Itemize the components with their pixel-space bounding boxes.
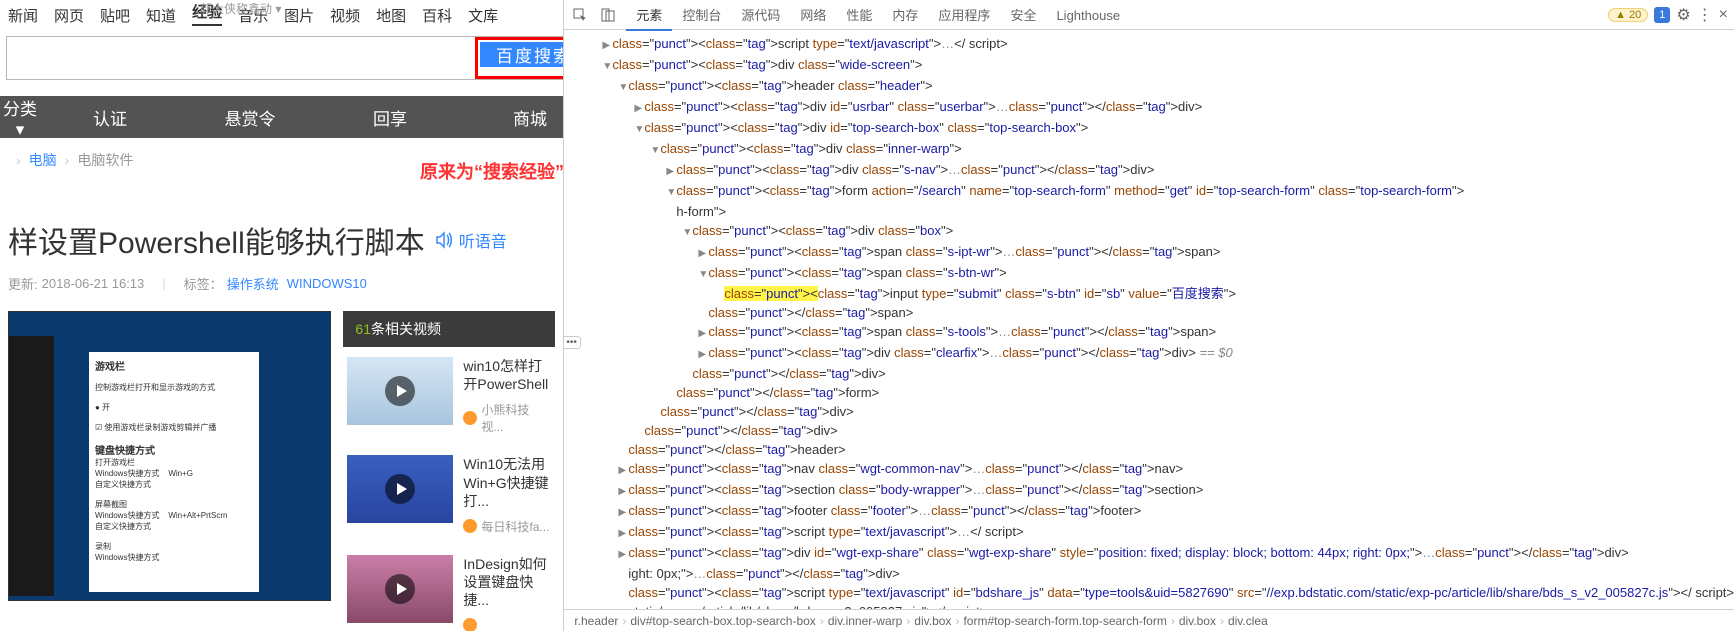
more-icon[interactable]: ⋮ bbox=[1697, 5, 1713, 25]
top-nav-新闻[interactable]: 新闻 bbox=[8, 5, 38, 26]
crumb[interactable]: div#top-search-box.top-search-box bbox=[626, 614, 819, 628]
inspect-icon[interactable] bbox=[570, 5, 590, 25]
video-title: InDesign如何设置键盘快捷... bbox=[463, 555, 551, 610]
devtools-tab-源代码[interactable]: 源代码 bbox=[731, 2, 790, 29]
devtools-tab-性能[interactable]: 性能 bbox=[836, 2, 882, 29]
devtools-tabs: 元素控制台源代码网络性能内存应用程序安全Lighthouse ▲ 20 1 ⚙ … bbox=[564, 0, 1734, 30]
video-item[interactable]: win10怎样打开PowerShell 小熊科技视... bbox=[343, 347, 555, 445]
devtools-tab-元素[interactable]: 元素 bbox=[626, 2, 672, 31]
top-nav-贴吧[interactable]: 贴吧 bbox=[100, 5, 130, 26]
crumb[interactable]: div.inner-warp bbox=[824, 614, 906, 628]
devtools-tab-安全[interactable]: 安全 bbox=[1000, 2, 1046, 29]
category-3[interactable]: 回享 bbox=[320, 105, 460, 130]
video-thumb bbox=[347, 455, 453, 523]
top-nav-地图[interactable]: 地图 bbox=[376, 5, 406, 26]
chevron-right-icon: › bbox=[16, 152, 21, 168]
search-button[interactable]: 百度搜索 bbox=[480, 42, 563, 67]
video-source: 每日科技fa... bbox=[463, 518, 551, 535]
top-nav-知道[interactable]: 知道 bbox=[146, 5, 176, 26]
play-icon bbox=[385, 574, 415, 604]
top-nav-网页[interactable]: 网页 bbox=[54, 5, 84, 26]
devtools-panel: 元素控制台源代码网络性能内存应用程序安全Lighthouse ▲ 20 1 ⚙ … bbox=[563, 0, 1734, 631]
tag-link-os[interactable]: 操作系统 bbox=[227, 274, 279, 293]
video-item[interactable]: InDesign如何设置键盘快捷... bbox=[343, 545, 555, 631]
video-title: Win10无法用Win+G快捷键打... bbox=[463, 455, 551, 510]
top-nav-图片[interactable]: 图片 bbox=[284, 5, 314, 26]
play-icon bbox=[385, 376, 415, 406]
breadcrumb-leaf: 电脑软件 bbox=[77, 150, 133, 170]
video-source: 小熊科技视... bbox=[463, 401, 551, 435]
video-thumb bbox=[347, 555, 453, 623]
crumb[interactable]: div.clea bbox=[1224, 614, 1272, 628]
page-left: 郭大侠称鑫动 ▾ 新闻网页贴吧知道经验音乐图片视频地图百科文库 百度搜索 帮助 … bbox=[0, 0, 563, 631]
search-button-highlight: 百度搜索 bbox=[475, 37, 563, 79]
settings-icon[interactable]: ⚙ bbox=[1676, 5, 1690, 25]
devtools-tab-控制台[interactable]: 控制台 bbox=[672, 2, 731, 29]
devtools-tab-应用程序[interactable]: 应用程序 bbox=[928, 2, 1000, 29]
elements-tree[interactable]: ••• class="punct"><class="tag">script ty… bbox=[564, 30, 1734, 609]
video-source bbox=[463, 618, 551, 631]
article-screenshot: 游戏栏控制游戏栏打开和显示游戏的方式● 开☑ 使用游戏栏录制游戏剪辑并广播键盘快… bbox=[8, 311, 331, 601]
top-nav-视频[interactable]: 视频 bbox=[330, 5, 360, 26]
search-input[interactable] bbox=[7, 37, 477, 79]
close-icon[interactable]: × bbox=[1719, 6, 1728, 24]
crumb[interactable]: div.box bbox=[1175, 614, 1220, 628]
top-nav: 新闻网页贴吧知道经验音乐图片视频地图百科文库 bbox=[0, 0, 563, 26]
video-item[interactable]: Win10无法用Win+G快捷键打... 每日科技fa... bbox=[343, 445, 555, 545]
tag-link-win10[interactable]: WINDOWS10 bbox=[287, 276, 367, 291]
crumb[interactable]: r.header bbox=[570, 614, 622, 628]
devtools-tab-Lighthouse[interactable]: Lighthouse bbox=[1046, 2, 1130, 29]
search-box: 百度搜索 bbox=[6, 36, 563, 80]
devtools-tab-内存[interactable]: 内存 bbox=[882, 2, 928, 29]
related-videos: 61条相关视频 win10怎样打开PowerShell 小熊科技视... Win10… bbox=[343, 311, 555, 631]
category-bar: 分类 ▾认证悬赏令回享商城视频经验 bbox=[0, 96, 563, 138]
play-icon bbox=[385, 474, 415, 504]
article-meta: 更新: 2018-06-21 16:13 | 标签： 操作系统 WINDOWS1… bbox=[0, 270, 563, 311]
top-nav-文库[interactable]: 文库 bbox=[468, 5, 498, 26]
device-icon[interactable] bbox=[598, 5, 618, 25]
info-badge[interactable]: 1 bbox=[1654, 7, 1670, 23]
breadcrumb-root[interactable]: 电脑 bbox=[29, 150, 57, 170]
annotation-text: 原来为“搜索经验”，最终改成了“百度搜索” bbox=[420, 158, 563, 184]
chevron-right-icon: › bbox=[65, 152, 70, 168]
userbar-fragment: 郭大侠称鑫动 ▾ bbox=[200, 0, 281, 17]
category-2[interactable]: 悬赏令 bbox=[180, 105, 320, 130]
related-header: 61条相关视频 bbox=[343, 311, 555, 347]
category-4[interactable]: 商城 bbox=[460, 105, 563, 130]
top-nav-百科[interactable]: 百科 bbox=[422, 5, 452, 26]
devtools-breadcrumbs[interactable]: r.header›div#top-search-box.top-search-b… bbox=[564, 609, 1734, 631]
listen-audio-button[interactable]: 听语音 bbox=[435, 228, 507, 252]
video-thumb bbox=[347, 357, 453, 425]
warnings-badge[interactable]: ▲ 20 bbox=[1608, 8, 1648, 22]
video-title: win10怎样打开PowerShell bbox=[463, 357, 551, 393]
crumb[interactable]: div.box bbox=[910, 614, 955, 628]
category-0[interactable]: 分类 ▾ bbox=[0, 95, 40, 140]
crumb[interactable]: form#top-search-form.top-search-form bbox=[959, 614, 1170, 628]
article-title: 样设置Powershell能够执行脚本 bbox=[8, 218, 425, 262]
speaker-icon bbox=[435, 231, 455, 249]
category-1[interactable]: 认证 bbox=[40, 105, 180, 130]
devtools-tab-网络[interactable]: 网络 bbox=[790, 2, 836, 29]
collapse-ellipsis[interactable]: ••• bbox=[564, 336, 581, 349]
